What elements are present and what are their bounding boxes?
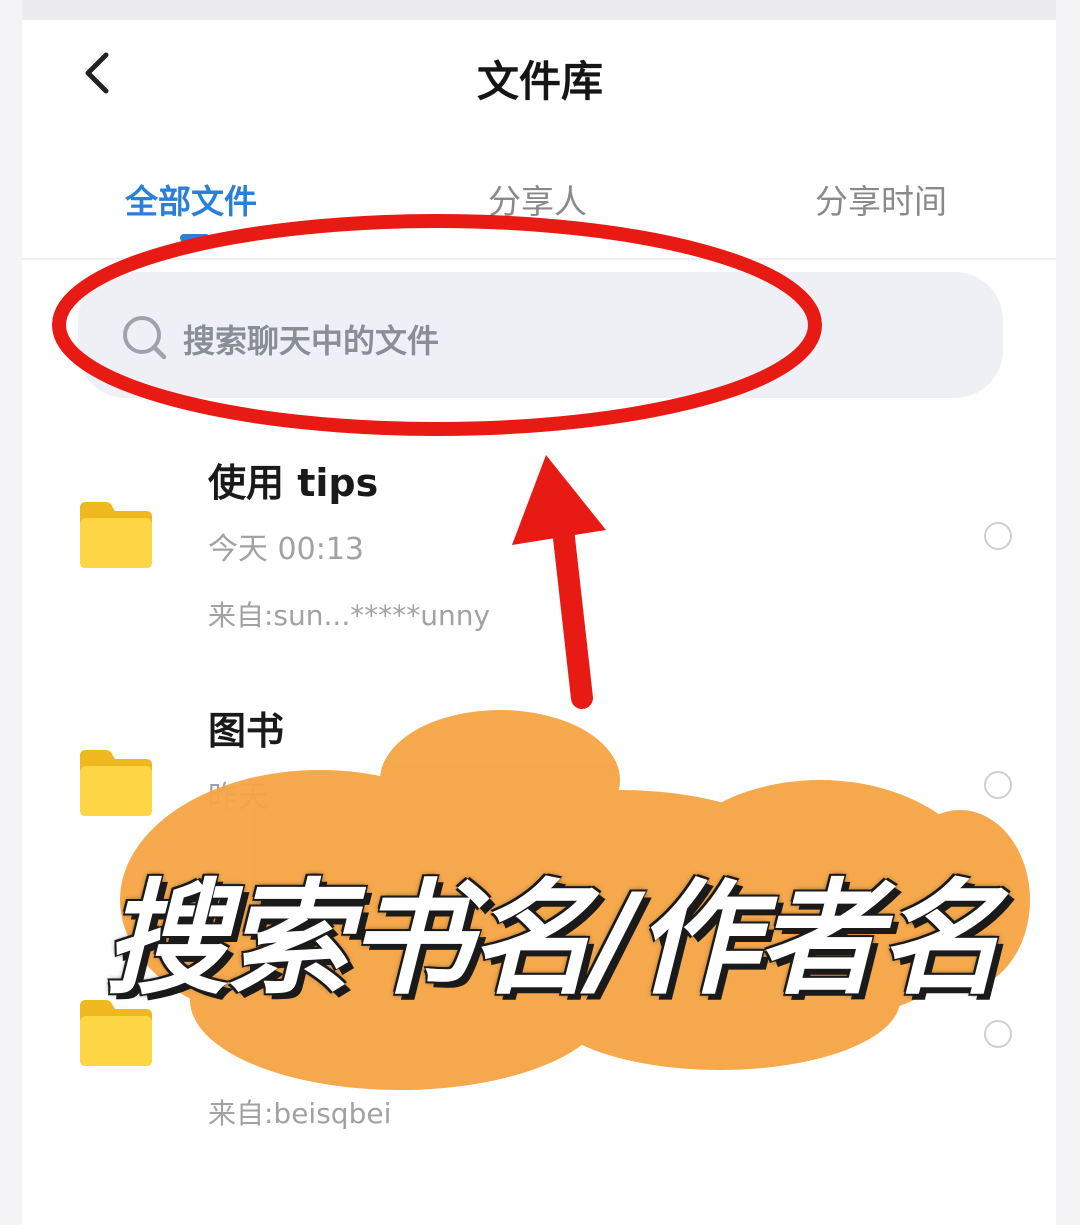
select-radio[interactable] <box>984 522 1012 550</box>
page-title: 文件库 <box>476 57 603 106</box>
red-arrow-annotation <box>512 455 606 709</box>
right-edge <box>1056 0 1080 1225</box>
tab-share-time[interactable]: 分享时间 <box>815 175 947 223</box>
tab-sharer[interactable]: 分享人 <box>488 175 587 223</box>
select-radio[interactable] <box>984 771 1012 799</box>
select-radio[interactable] <box>984 1020 1012 1048</box>
left-edge <box>0 0 22 1225</box>
file-source: 来自:beisqbei <box>208 1097 392 1130</box>
file-name[interactable]: 使用 tips <box>208 452 378 507</box>
search-icon <box>123 316 167 360</box>
active-tab-indicator <box>180 234 210 242</box>
file-name[interactable]: 图书 <box>208 700 284 755</box>
file-time: 今天 00:13 <box>208 532 364 567</box>
status-strip <box>0 0 1080 20</box>
tab-divider <box>22 258 1056 260</box>
tab-all-files[interactable]: 全部文件 <box>125 175 257 223</box>
file-time: 昨天 <box>208 780 268 815</box>
folder-icon <box>80 502 152 568</box>
file-source: 来自:sun...*****unny <box>208 599 491 632</box>
folder-icon <box>80 750 152 816</box>
annotation-caption: 搜索书名/作者名 <box>104 868 1003 1012</box>
search-placeholder: 搜索聊天中的文件 <box>183 322 440 360</box>
